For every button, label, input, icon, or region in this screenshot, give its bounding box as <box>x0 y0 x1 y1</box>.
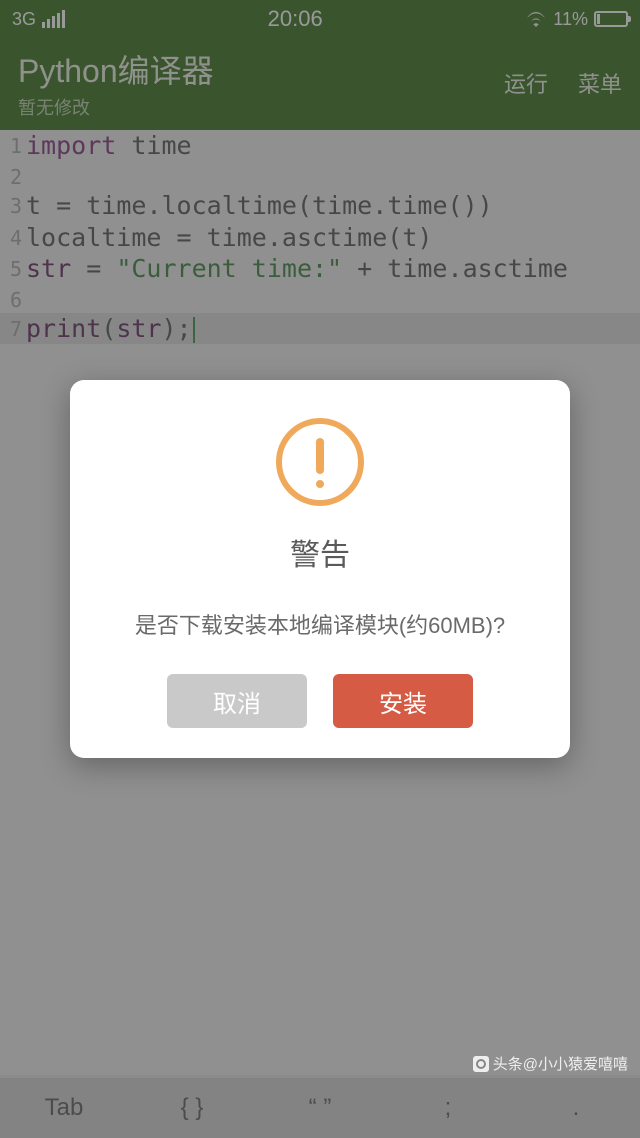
watermark: 头条@小小猿爱嘻嘻 <box>473 1053 628 1074</box>
install-button[interactable]: 安装 <box>333 674 473 728</box>
watermark-text: 头条@小小猿爱嘻嘻 <box>493 1053 628 1074</box>
warning-dialog: 警告 是否下载安装本地编译模块(约60MB)? 取消 安装 <box>70 380 570 758</box>
dialog-message: 是否下载安装本地编译模块(约60MB)? <box>100 608 540 640</box>
watermark-icon <box>473 1056 489 1072</box>
dialog-title: 警告 <box>100 530 540 574</box>
cancel-button[interactable]: 取消 <box>167 674 307 728</box>
warning-icon <box>276 418 364 506</box>
modal-overlay[interactable]: 警告 是否下载安装本地编译模块(约60MB)? 取消 安装 头条@小小猿爱嘻嘻 <box>0 0 640 1138</box>
